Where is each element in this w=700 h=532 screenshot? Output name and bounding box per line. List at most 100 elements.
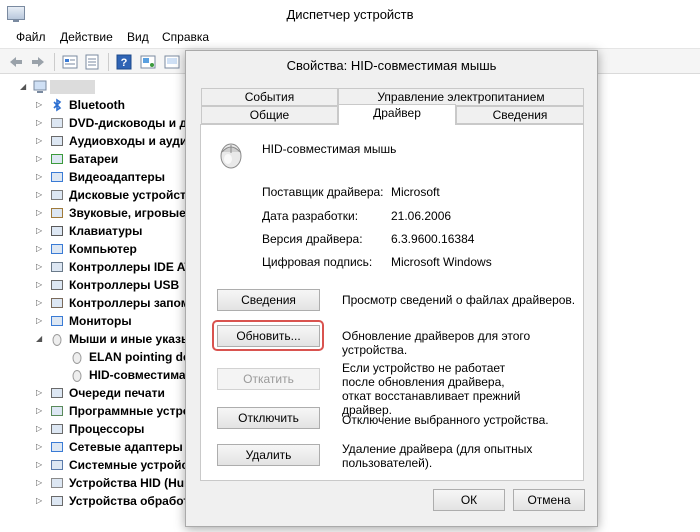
forward-arrow-icon[interactable] xyxy=(30,54,46,70)
expand-arrow-icon[interactable]: ▷ xyxy=(36,245,44,253)
collapse-arrow-icon[interactable]: ◢ xyxy=(36,335,44,343)
tab-driver[interactable]: Драйвер xyxy=(338,104,456,125)
toolbar-divider xyxy=(108,53,109,71)
expand-arrow-icon[interactable]: ▷ xyxy=(36,425,44,433)
device-tree[interactable]: ◢ ▷ Bluetooth ▷ DVD-дисководы и д ▷ Аудиовход… xyxy=(0,75,200,532)
disable-device-button[interactable]: Отключить xyxy=(217,407,320,429)
collapse-arrow-icon[interactable]: ◢ xyxy=(20,83,28,91)
battery-icon xyxy=(51,154,63,164)
tree-category-item[interactable]: ▷ Контроллеры запом xyxy=(0,294,190,312)
tree-category-item[interactable]: ▷ Контроллеры IDE ATA xyxy=(0,258,200,276)
processor-icon xyxy=(51,424,63,434)
tree-item-label: Аудиовходы и аудио xyxy=(69,134,195,148)
network-adapter-icon xyxy=(51,442,63,452)
driver-provider-label: Поставщик драйвера: xyxy=(262,185,384,199)
back-arrow-icon[interactable] xyxy=(8,54,24,70)
menu-file[interactable]: Файл xyxy=(16,30,46,44)
tree-item-label: Контроллеры IDE ATA xyxy=(69,260,200,274)
tree-category-item[interactable]: ▷ Батареи xyxy=(0,150,190,168)
expand-arrow-icon[interactable]: ▷ xyxy=(36,263,44,271)
tree-item-label: Контроллеры USB xyxy=(69,278,180,292)
tree-category-item[interactable]: ▷ DVD-дисководы и д xyxy=(0,114,190,132)
expand-arrow-icon[interactable]: ▷ xyxy=(36,119,44,127)
expand-arrow-icon[interactable]: ▷ xyxy=(36,497,44,505)
tab-details[interactable]: Сведения xyxy=(456,106,584,124)
expand-arrow-icon[interactable]: ▷ xyxy=(36,317,44,325)
tree-item-label: Контроллеры запом xyxy=(69,296,190,310)
tree-root[interactable]: ◢ xyxy=(0,78,190,96)
tree-category-item[interactable]: ▷ Дисковые устройств xyxy=(0,186,193,204)
update-driver-button[interactable]: Обновить... xyxy=(217,325,320,347)
window-title: Диспетчер устройств xyxy=(286,7,414,22)
tree-category-item[interactable]: ▷ Программные устро xyxy=(0,402,190,420)
driver-details-desc: Просмотр сведений о файлах драйверов. xyxy=(342,293,576,307)
tree-category-item[interactable]: ▷ Bluetooth xyxy=(0,96,190,114)
expand-arrow-icon[interactable]: ▷ xyxy=(36,227,44,235)
storage-controller-icon xyxy=(51,298,63,308)
tree-child-item[interactable]: HID-совместимая xyxy=(0,366,193,384)
expand-arrow-icon[interactable]: ▷ xyxy=(36,101,44,109)
redacted-computer-name xyxy=(50,80,95,94)
tree-category-item[interactable]: ▷ Компьютер xyxy=(0,240,190,258)
tree-category-item[interactable]: ▷ Мониторы xyxy=(0,312,190,330)
monitor-icon xyxy=(51,316,63,326)
expand-arrow-icon[interactable]: ▷ xyxy=(36,479,44,487)
mouse-icon xyxy=(52,334,62,346)
mouse-device-icon xyxy=(220,143,242,169)
properties-icon[interactable] xyxy=(84,54,100,70)
tree-item-label: Bluetooth xyxy=(69,98,125,112)
driver-provider-value: Microsoft xyxy=(391,185,440,199)
menu-action[interactable]: Действие xyxy=(60,30,113,44)
driver-panel: HID-совместимая мышь Поставщик драйвера:… xyxy=(200,124,584,481)
expand-arrow-icon[interactable]: ▷ xyxy=(36,389,44,397)
tree-category-item[interactable]: ▷ Процессоры xyxy=(0,420,190,438)
cancel-button[interactable]: Отмена xyxy=(513,489,585,511)
expand-arrow-icon[interactable]: ▷ xyxy=(36,191,44,199)
tree-item-label: DVD-дисководы и д xyxy=(69,116,188,130)
mouse-icon xyxy=(72,352,82,364)
computer-icon xyxy=(33,80,47,93)
scan-hardware-icon[interactable] xyxy=(140,54,156,70)
help-icon[interactable]: ? xyxy=(116,54,132,70)
expand-arrow-icon[interactable]: ▷ xyxy=(36,281,44,289)
tree-category-item[interactable]: ▷ Очереди печати xyxy=(0,384,190,402)
sound-icon xyxy=(51,208,63,218)
tree-category-item[interactable]: ▷ Сетевые адаптеры xyxy=(0,438,190,456)
tab-general[interactable]: Общие xyxy=(201,106,338,124)
expand-arrow-icon[interactable]: ▷ xyxy=(36,407,44,415)
tree-category-item[interactable]: ▷ Системные устройст xyxy=(0,456,194,474)
uninstall-driver-button[interactable]: Удалить xyxy=(217,444,320,466)
print-queue-icon xyxy=(51,388,63,398)
tree-child-item[interactable]: ELAN pointing dev xyxy=(0,348,196,366)
tree-category-item[interactable]: ▷ Устройства HID (Hun xyxy=(0,474,192,492)
tree-category-item[interactable]: ▷ Звуковые, игровые xyxy=(0,204,190,222)
tab-events[interactable]: События xyxy=(201,88,338,106)
tree-category-item[interactable]: ▷ Устройства обработ xyxy=(0,492,190,510)
tree-category-item[interactable]: ▷ Видеоадаптеры xyxy=(0,168,190,186)
tree-item-label: Батареи xyxy=(69,152,119,166)
tree-item-label: Устройства HID (Hun xyxy=(69,476,192,490)
ok-button[interactable]: ОК xyxy=(433,489,505,511)
expand-arrow-icon[interactable]: ▷ xyxy=(36,209,44,217)
menu-bar: Файл Действие Вид Справка xyxy=(0,28,700,48)
rollback-driver-button[interactable]: Откатить xyxy=(217,368,320,390)
usb-controller-icon xyxy=(51,280,63,290)
tree-category-item[interactable]: ▷ Клавиатуры xyxy=(0,222,190,240)
expand-arrow-icon[interactable]: ▷ xyxy=(36,461,44,469)
expand-arrow-icon[interactable]: ▷ xyxy=(36,137,44,145)
expand-arrow-icon[interactable]: ▷ xyxy=(36,173,44,181)
expand-arrow-icon[interactable]: ▷ xyxy=(36,155,44,163)
mouse-icon xyxy=(72,370,82,382)
tree-item-label: Сетевые адаптеры xyxy=(69,440,183,454)
device-view-icon[interactable] xyxy=(62,54,78,70)
expand-arrow-icon[interactable]: ▷ xyxy=(36,443,44,451)
tree-category-item[interactable]: ▷ Контроллеры USB xyxy=(0,276,190,294)
update-driver-icon[interactable] xyxy=(164,54,180,70)
menu-view[interactable]: Вид xyxy=(127,30,149,44)
menu-help[interactable]: Справка xyxy=(162,30,209,44)
expand-arrow-icon[interactable]: ▷ xyxy=(36,299,44,307)
tree-category-item[interactable]: ▷ Аудиовходы и аудио xyxy=(0,132,195,150)
display-adapter-icon xyxy=(51,172,63,182)
driver-details-button[interactable]: Сведения xyxy=(217,289,320,311)
tree-category-item[interactable]: ◢ Мыши и иные указы xyxy=(0,330,191,348)
